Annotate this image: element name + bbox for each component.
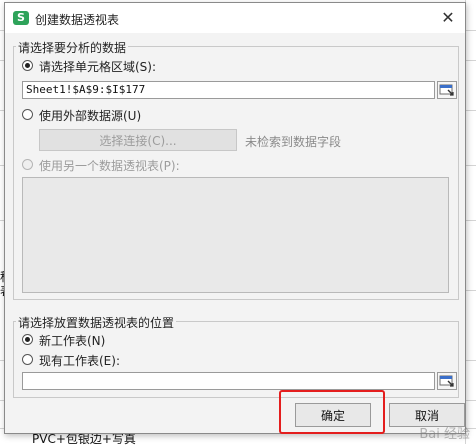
radio-other-pivot[interactable] <box>22 159 33 170</box>
choose-connection-button[interactable]: 选择连接(C)... <box>39 129 237 151</box>
range-picker-icon <box>439 84 454 96</box>
wps-app-icon: S <box>13 11 29 25</box>
radio-external-source[interactable] <box>22 109 33 120</box>
title-bar[interactable]: S 创建数据透视表 ✕ <box>5 3 465 33</box>
new-sheet-label[interactable]: 新工作表(N) <box>39 332 105 349</box>
range-picker-icon <box>439 375 454 387</box>
close-icon[interactable]: ✕ <box>437 7 459 29</box>
ok-button[interactable]: 确定 <box>295 403 371 427</box>
location-picker-button[interactable] <box>437 372 457 390</box>
existing-location-input[interactable] <box>22 372 435 390</box>
range-input[interactable]: Sheet1!$A$9:$I$177 <box>22 81 435 99</box>
existing-sheet-label[interactable]: 现有工作表(E): <box>39 352 120 369</box>
radio-existing-sheet[interactable] <box>22 354 33 365</box>
source-data-legend: 请选择要分析的数据 <box>16 39 129 56</box>
radio-new-sheet[interactable] <box>22 334 33 345</box>
other-pivot-label: 使用另一个数据透视表(P): <box>39 159 180 173</box>
location-legend: 请选择放置数据透视表的位置 <box>16 314 177 331</box>
create-pivot-table-dialog: S 创建数据透视表 ✕ 请选择要分析的数据 请选择单元格区域(S): Sheet… <box>4 2 466 434</box>
select-range-label[interactable]: 请选择单元格区域(S): <box>39 58 156 75</box>
watermark-text: Bai 经验 <box>419 427 470 442</box>
external-source-label[interactable]: 使用外部数据源(U) <box>39 107 141 124</box>
pivot-list-box[interactable] <box>22 177 449 293</box>
range-picker-button[interactable] <box>437 81 457 99</box>
radio-select-range[interactable] <box>22 60 33 71</box>
dialog-title: 创建数据透视表 <box>35 13 120 27</box>
no-fields-hint: 未检索到数据字段 <box>245 135 342 149</box>
